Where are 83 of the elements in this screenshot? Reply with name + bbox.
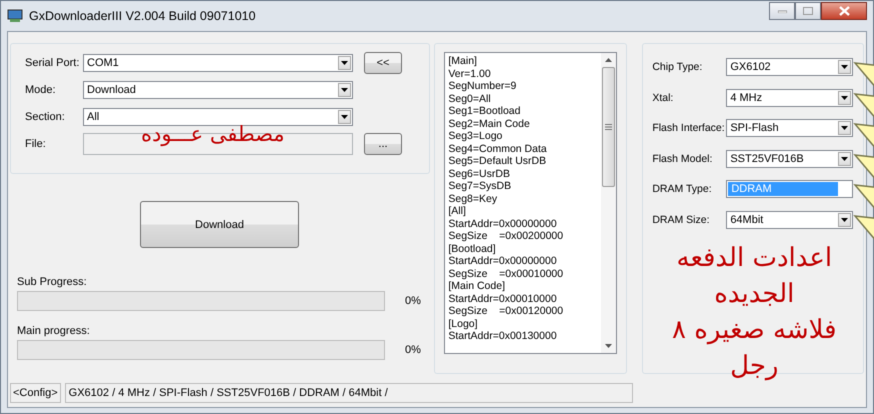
field-label: Flash Model: bbox=[652, 152, 714, 165]
download-button[interactable]: Download bbox=[140, 201, 299, 248]
list-line: StartAddr=0x00010000 bbox=[448, 292, 558, 305]
caret-icon bbox=[341, 88, 348, 92]
list-line: Seg1=Bootload bbox=[448, 105, 522, 118]
grip-icon bbox=[605, 124, 612, 130]
list-line: Seg4=Common Data bbox=[448, 142, 548, 155]
caret-icon bbox=[341, 61, 348, 65]
progress-reading: 0% bbox=[405, 295, 421, 307]
dropdown-field[interactable]: 64Mbit bbox=[726, 210, 854, 229]
dropdown-button[interactable] bbox=[838, 121, 852, 136]
progress-label: Main progress: bbox=[17, 325, 91, 337]
dropdown-button[interactable] bbox=[338, 83, 351, 97]
maximize-button[interactable] bbox=[795, 2, 821, 20]
dropdown-button[interactable] bbox=[838, 60, 852, 74]
dropdown-button[interactable] bbox=[838, 212, 852, 227]
list-line: Seg3=Logo bbox=[448, 130, 504, 142]
scroll-down-icon bbox=[605, 344, 612, 348]
field-label: Serial Port: bbox=[25, 57, 80, 69]
list-line: Seg0=All bbox=[448, 92, 492, 105]
list-line: [Main Code] bbox=[448, 280, 506, 292]
close-button[interactable] bbox=[821, 2, 867, 20]
minimize-icon bbox=[778, 10, 786, 12]
field-label: File: bbox=[25, 138, 47, 150]
field-label: Chip Type: bbox=[652, 61, 704, 73]
list-line: SegSize =0x00200000 bbox=[448, 230, 564, 242]
field-label: DRAM Type: bbox=[652, 183, 713, 196]
list-line: StartAddr=0x00000000 bbox=[448, 218, 558, 230]
config-listbox[interactable] bbox=[444, 52, 618, 354]
field-label: DRAM Size: bbox=[652, 214, 710, 226]
dropdown-field[interactable]: Download bbox=[83, 81, 353, 99]
list-line: Seg2=Main Code bbox=[448, 118, 531, 130]
dropdown-field[interactable]: All bbox=[83, 108, 353, 126]
minimize-button[interactable] bbox=[769, 2, 795, 20]
annotation-text: الجديده bbox=[714, 278, 794, 311]
progress-reading: 0% bbox=[405, 344, 421, 356]
field-label: Xtal: bbox=[652, 92, 674, 104]
dropdown-field[interactable]: SST25VF016B bbox=[726, 150, 854, 168]
dropdown-field[interactable]: 4 MHz bbox=[726, 88, 854, 107]
list-line: Ver=1.00 bbox=[448, 68, 492, 80]
scroll-thumb[interactable] bbox=[602, 67, 616, 187]
caret-icon bbox=[841, 218, 848, 222]
list-line: Seg7=SysDB bbox=[448, 180, 512, 192]
caret-icon bbox=[841, 156, 848, 161]
list-line: SegSize =0x00010000 bbox=[448, 268, 564, 280]
scroll-up-icon bbox=[605, 58, 612, 62]
list-line: StartAddr=0x00130000 bbox=[448, 330, 558, 342]
annotation-text: اعدادت الدفعه bbox=[676, 242, 832, 275]
scrollbar[interactable] bbox=[601, 53, 616, 353]
list-line: StartAddr=0x00000000 bbox=[448, 255, 558, 268]
dropdown-field[interactable]: COM1 bbox=[83, 54, 353, 72]
list-line: Seg5=Default UsrDB bbox=[448, 155, 548, 168]
list-line: SegSize =0x00120000 bbox=[448, 305, 564, 318]
caret-icon bbox=[841, 126, 848, 130]
list-line: Seg8=Key bbox=[448, 192, 498, 205]
dropdown-button[interactable] bbox=[338, 110, 351, 124]
close-icon bbox=[838, 6, 850, 16]
field-label: Flash Interface: bbox=[652, 122, 726, 134]
list-line: [Main] bbox=[448, 55, 478, 68]
window-title: GxDownloaderIII V2.004 Build 09071010 bbox=[29, 9, 257, 23]
status-summary: GX6102 / 4 MHz / SPI-Flash / SST25VF016B / DDRAM / 64Mbit / bbox=[64, 383, 633, 403]
list-line: [Logo] bbox=[448, 318, 479, 330]
list-line: Seg6=UsrDB bbox=[448, 168, 511, 180]
field-label: Mode: bbox=[25, 84, 57, 96]
annotation-text: رجل bbox=[730, 350, 778, 383]
list-line: SegNumber=9 bbox=[448, 80, 518, 92]
app-icon bbox=[7, 9, 23, 23]
caret-icon bbox=[841, 65, 848, 69]
toggle-button[interactable]: << bbox=[364, 52, 402, 74]
dropdown-button[interactable] bbox=[838, 152, 852, 166]
list-line: [All] bbox=[448, 205, 467, 218]
caret-icon bbox=[841, 96, 848, 100]
caret-icon bbox=[341, 115, 348, 119]
annotation-text: فلاشه صغيره ٨ bbox=[672, 314, 837, 347]
field-label: Section: bbox=[25, 111, 66, 123]
config-button[interactable]: <Config> bbox=[10, 383, 61, 403]
dropdown-button[interactable] bbox=[338, 56, 351, 70]
dropdown-button[interactable] bbox=[838, 90, 852, 105]
maximize-icon bbox=[803, 7, 813, 15]
progress-label: Sub Progress: bbox=[17, 276, 88, 288]
list-line: [Bootload] bbox=[448, 242, 497, 255]
dropdown-field[interactable]: GX6102 bbox=[726, 58, 854, 76]
dropdown-field[interactable]: SPI-Flash bbox=[726, 119, 854, 138]
